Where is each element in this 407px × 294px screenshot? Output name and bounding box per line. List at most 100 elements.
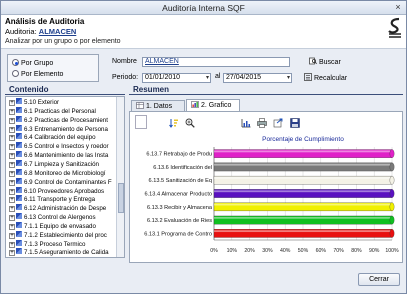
recalcular-button[interactable]: Recalcular xyxy=(304,73,347,82)
tree-item[interactable]: +6.6 Mantenimiento de las Insta xyxy=(9,151,117,160)
expand-icon[interactable]: + xyxy=(9,206,15,213)
tree-item-label: 7.1.3 Proceso Termico xyxy=(24,240,86,248)
x-tick-label: 90% xyxy=(369,248,380,254)
expand-icon[interactable]: + xyxy=(9,232,15,239)
expand-icon[interactable]: + xyxy=(9,241,15,248)
calendar-dropdown-icon[interactable]: ▾ xyxy=(206,74,209,82)
expand-icon[interactable]: + xyxy=(9,170,15,177)
tree-item[interactable]: +6.3 Entrenamiento de Persona xyxy=(9,124,117,133)
print-icon[interactable] xyxy=(257,118,267,128)
bar-highlight xyxy=(214,203,392,206)
expand-icon[interactable]: + xyxy=(9,126,15,133)
category-label: 6.13.4 Almacenar Producto xyxy=(145,192,212,198)
nombre-field[interactable]: ALMACEN xyxy=(142,57,290,67)
x-tick-label: 0% xyxy=(210,248,218,254)
tree-item-label: 6.4 Calibración del equipo xyxy=(24,134,96,142)
expand-icon[interactable]: + xyxy=(9,117,15,124)
expand-icon[interactable]: + xyxy=(9,179,15,186)
tree-item-label: 7.1.1 Equipo de envasado xyxy=(24,222,96,230)
sort-icon[interactable] xyxy=(169,118,179,128)
x-tick-label: 30% xyxy=(262,248,273,254)
tree-item[interactable]: +6.1 Practicas del Personal xyxy=(9,106,117,115)
contenido-tree: +5.10 Exterior +6.1 Practicas del Persona… xyxy=(5,96,125,258)
expand-icon[interactable]: + xyxy=(9,153,15,160)
x-tick-label: 60% xyxy=(316,248,327,254)
tree-item-label: 7.1.2 Establecimiento del proc xyxy=(24,231,107,239)
x-tick-label: 80% xyxy=(351,248,362,254)
contenido-divider xyxy=(5,94,125,95)
tree-item[interactable]: +7.1.2 Establecimiento del proc xyxy=(9,230,117,239)
tab-grafico[interactable]: 2. Grafico xyxy=(186,99,240,111)
category-label: 6.13.5 Sanitización de Eq xyxy=(149,178,212,184)
tree-item[interactable]: +6.7 Limpieza y Sanitización xyxy=(9,159,117,168)
radio-por-elemento-label: Por Elemento xyxy=(21,71,64,78)
folder-icon xyxy=(16,142,22,149)
auditoria-value: ALMACEN xyxy=(38,27,77,36)
expand-icon[interactable]: + xyxy=(9,223,15,230)
expand-icon[interactable]: + xyxy=(9,197,15,204)
folder-icon xyxy=(16,221,22,228)
radio-por-grupo[interactable]: Por Grupo xyxy=(12,59,53,67)
tree-item[interactable]: +6.8 Monitoreo de Microbiologí xyxy=(9,168,117,177)
tree-item[interactable]: +6.2 Practicas de Procesamient xyxy=(9,115,117,124)
cerrar-label: Cerrar xyxy=(369,276,389,283)
calendar-dropdown-icon[interactable]: ▾ xyxy=(287,74,290,82)
x-tick-label: 50% xyxy=(298,248,309,254)
tree-item-label: 6.12 Administración de Despe xyxy=(24,205,107,213)
folder-icon xyxy=(16,106,22,113)
tree-item[interactable]: +6.11 Transporte y Entrega xyxy=(9,195,117,204)
folder-icon xyxy=(16,124,22,131)
tree-item[interactable]: +6.4 Calibración del equipo xyxy=(9,133,117,142)
tree-item-label: 6.9 Control de Contaminantes F xyxy=(24,178,112,186)
tree-item[interactable]: +6.10 Proveedores Aprobados xyxy=(9,186,117,195)
folder-icon xyxy=(16,230,22,237)
tree-item[interactable]: +7.1.3 Proceso Termico xyxy=(9,239,117,248)
scrollbar-thumb[interactable] xyxy=(118,183,124,213)
save-icon[interactable] xyxy=(290,118,300,128)
expand-icon[interactable]: + xyxy=(9,188,15,195)
tree-item[interactable]: +6.9 Control de Contaminantes F xyxy=(9,177,117,186)
folder-icon xyxy=(16,177,22,184)
bar-cap xyxy=(389,175,395,185)
expand-icon[interactable]: + xyxy=(9,144,15,151)
tree-item[interactable]: +7.1.1 Equipo de envasado xyxy=(9,221,117,230)
recalcular-label: Recalcular xyxy=(314,75,348,82)
expand-icon[interactable]: + xyxy=(9,100,15,106)
app-window: Auditoría Interna SQF × Análisis de Audi… xyxy=(0,0,407,294)
expand-icon[interactable]: + xyxy=(9,161,15,168)
expand-icon[interactable]: + xyxy=(9,215,15,222)
title-bar: Auditoría Interna SQF × xyxy=(1,1,406,15)
chart-type-icon[interactable] xyxy=(241,118,251,128)
zoom-icon[interactable] xyxy=(185,118,195,128)
cerrar-button[interactable]: Cerrar xyxy=(358,273,400,286)
bar-cap xyxy=(389,189,395,198)
tree-item[interactable]: +6.13 Control de Alergenos xyxy=(9,213,117,222)
blank-toolbar-box[interactable] xyxy=(135,115,147,129)
buscar-button[interactable]: Buscar xyxy=(309,57,341,66)
tree-item[interactable]: +6.12 Administración de Despe xyxy=(9,204,117,213)
tab-datos[interactable]: 1. Datos xyxy=(131,100,185,111)
tree-item-label: 6.7 Limpieza y Sanitización xyxy=(24,160,99,168)
resumen-divider xyxy=(129,94,403,95)
search-icon xyxy=(309,57,317,65)
date-from-field[interactable]: 01/01/2010 ▾ xyxy=(142,73,211,83)
tree-item[interactable]: +6.5 Control e Insectos y roedor xyxy=(9,142,117,151)
folder-icon xyxy=(16,204,22,211)
category-label: 6.13.7 Retrabajo de Produ xyxy=(146,152,212,158)
date-to-field[interactable]: 27/04/2015 ▾ xyxy=(223,73,292,83)
expand-icon[interactable]: + xyxy=(9,250,15,257)
tree-scrollbar[interactable] xyxy=(116,97,124,257)
radio-unselected-icon xyxy=(12,70,19,77)
tree-item[interactable]: +7.1.5 Aseguramiento de Calida xyxy=(9,248,117,257)
tree-item[interactable]: +5.10 Exterior xyxy=(9,98,117,106)
x-tick-label: 100% xyxy=(385,248,399,254)
tree-item-label: 6.3 Entrenamiento de Persona xyxy=(24,125,108,133)
close-icon[interactable]: × xyxy=(393,3,403,12)
export-icon[interactable] xyxy=(273,118,283,128)
expand-icon[interactable]: + xyxy=(9,108,15,115)
radio-por-elemento[interactable]: Por Elemento xyxy=(12,70,63,78)
expand-icon[interactable]: + xyxy=(9,135,15,142)
tree-item-label: 6.2 Practicas de Procesamient xyxy=(24,116,108,124)
page-title: Análisis de Auditoria xyxy=(5,17,85,26)
x-tick-label: 10% xyxy=(227,248,238,254)
